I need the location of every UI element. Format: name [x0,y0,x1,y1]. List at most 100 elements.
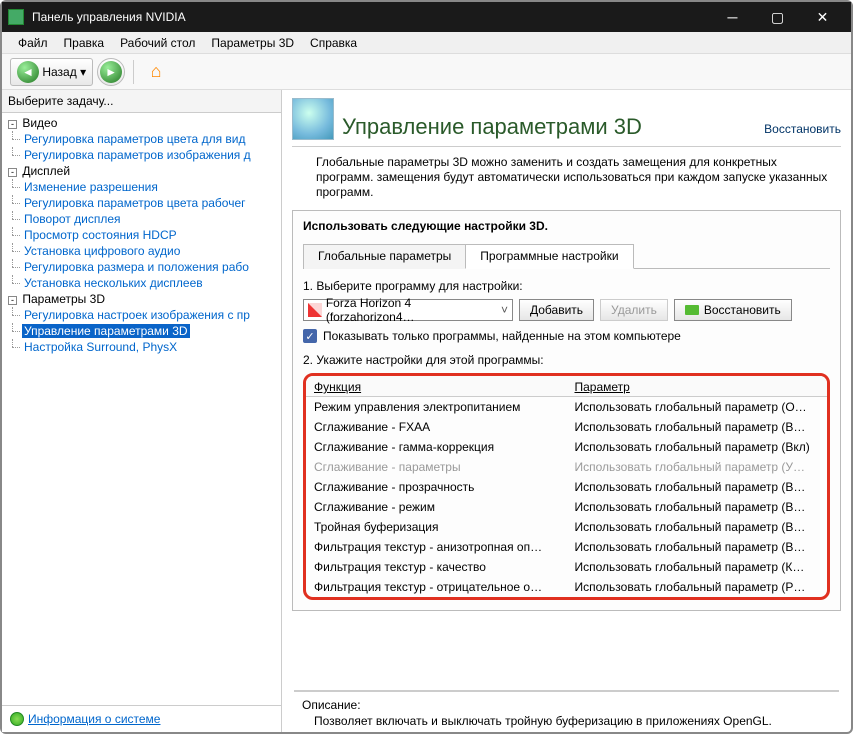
close-button[interactable]: ✕ [800,2,845,32]
cell-param: Использовать глобальный параметр (У… [567,457,828,477]
home-icon: ⌂ [145,61,167,83]
content-header: Управление параметрами 3D Восстановить [292,98,841,147]
add-button[interactable]: Добавить [519,299,594,321]
tree-item[interactable]: Управление параметрами 3D [22,324,190,338]
back-button[interactable]: ◄ Назад ▾ [10,58,93,86]
table-row[interactable]: Сглаживание - гамма-коррекцияИспользоват… [306,437,827,457]
settings-panel: Использовать следующие настройки 3D. Гло… [292,210,841,611]
tree-item[interactable]: Регулировка размера и положения рабо [22,260,251,274]
cell-function: Сглаживание - FXAA [306,417,567,437]
tree-item[interactable]: Поворот дисплея [22,212,123,226]
menu-params3d[interactable]: Параметры 3D [203,36,302,50]
tree-expander-video[interactable]: - [8,120,17,129]
footer: Описание: Позволяет включать и выключать… [294,690,839,728]
tree-item[interactable]: Установка цифрового аудио [22,244,182,258]
window-title: Панель управления NVIDIA [32,10,710,24]
table-row[interactable]: Сглаживание - параметрыИспользовать глоб… [306,457,827,477]
show-only-row: ✓ Показывать только программы, найденные… [303,329,830,343]
cell-function: Сглаживание - режим [306,497,567,517]
tree-item[interactable]: Регулировка параметров изображения д [22,148,253,162]
content-pane: Управление параметрами 3D Восстановить Г… [282,90,851,732]
tab-row: Глобальные параметры Программные настрой… [303,243,830,269]
minimize-button[interactable]: ─ [710,2,755,32]
remove-button[interactable]: Удалить [600,299,668,321]
cell-function: Фильтрация текстур - отрицательное о… [306,577,567,597]
back-label: Назад [42,65,76,79]
table-row[interactable]: Фильтрация текстур - анизотропная оп…Исп… [306,537,827,557]
menubar: Файл Правка Рабочий стол Параметры 3D Сп… [2,32,851,54]
tab-global[interactable]: Глобальные параметры [303,244,466,269]
menu-file[interactable]: Файл [10,36,56,50]
home-button[interactable]: ⌂ [142,58,170,86]
tree-item[interactable]: Установка нескольких дисплеев [22,276,205,290]
tab-program[interactable]: Программные настройки [465,244,633,269]
tree-item[interactable]: Просмотр состояния HDCP [22,228,179,242]
table-row[interactable]: Фильтрация текстур - качествоИспользоват… [306,557,827,577]
table-row[interactable]: Режим управления электропитаниемИспользо… [306,397,827,418]
chevron-down-icon: ˅ [501,303,508,317]
back-arrow-icon: ◄ [17,61,39,83]
program-selected-text: Forza Horizon 4 (forzahorizon4… [326,296,501,324]
tree-cat-3d[interactable]: Параметры 3D [22,292,105,306]
main-split: Выберите задачу... - Видео Регулировка п… [2,90,851,732]
cell-param: Использовать глобальный параметр (В… [567,537,828,557]
table-row[interactable]: Сглаживание - режимИспользовать глобальн… [306,497,827,517]
forward-button[interactable]: ► [97,58,125,86]
system-info-row: Информация о системе [2,705,281,732]
tree-expander-3d[interactable]: - [8,296,17,305]
cell-function: Сглаживание - гамма-коррекция [306,437,567,457]
table-row[interactable]: Сглаживание - FXAAИспользовать глобальны… [306,417,827,437]
restore-program-button[interactable]: Восстановить [674,299,792,321]
menu-help[interactable]: Справка [302,36,365,50]
cell-param: Использовать глобальный параметр (В… [567,417,828,437]
col-param[interactable]: Параметр [567,376,828,397]
tree-item[interactable]: Изменение разрешения [22,180,160,194]
task-tree: - Видео Регулировка параметров цвета для… [2,113,281,705]
menu-desktop[interactable]: Рабочий стол [112,36,203,50]
table-row[interactable]: Тройная буферизацияИспользовать глобальн… [306,517,827,537]
maximize-button[interactable]: ▢ [755,2,800,32]
restore-link[interactable]: Восстановить [764,122,841,136]
program-icon [308,303,322,317]
settings-table-wrap: Функция Параметр Режим управления электр… [303,373,830,600]
program-select[interactable]: Forza Horizon 4 (forzahorizon4… ˅ [303,299,513,321]
panel-title: Использовать следующие настройки 3D. [303,219,830,233]
table-row[interactable]: Фильтрация текстур - отрицательное о…Исп… [306,577,827,597]
system-info-link[interactable]: Информация о системе [28,712,160,726]
show-only-label: Показывать только программы, найденные н… [323,329,681,343]
program-row: Forza Horizon 4 (forzahorizon4… ˅ Добави… [303,299,830,321]
tree-item[interactable]: Регулировка настроек изображения с пр [22,308,252,322]
cell-param: Использовать глобальный параметр (О… [567,397,828,418]
tree-cat-display[interactable]: Дисплей [22,164,70,178]
footer-text: Позволяет включать и выключать тройную б… [314,714,839,728]
show-only-checkbox[interactable]: ✓ [303,329,317,343]
col-function[interactable]: Функция [306,376,567,397]
cell-function: Сглаживание - параметры [306,457,567,477]
step2-label: 2. Укажите настройки для этой программы: [303,353,830,367]
tree-item[interactable]: Настройка Surround, PhysX [22,340,179,354]
tree-cat-video[interactable]: Видео [22,116,57,130]
forward-arrow-icon: ► [100,61,122,83]
footer-title: Описание: [302,698,839,712]
app-icon [8,9,24,25]
table-row[interactable]: Сглаживание - прозрачностьИспользовать г… [306,477,827,497]
cell-param: Использовать глобальный параметр (В… [567,497,828,517]
cell-param: Использовать глобальный параметр (К… [567,557,828,577]
cell-function: Фильтрация текстур - анизотропная оп… [306,537,567,557]
sidebar: Выберите задачу... - Видео Регулировка п… [2,90,282,732]
cell-function: Фильтрация текстур - качество [306,557,567,577]
cell-param: Использовать глобальный параметр (В… [567,517,828,537]
tree-expander-display[interactable]: - [8,168,17,177]
cell-param: Использовать глобальный параметр (В… [567,477,828,497]
tree-item[interactable]: Регулировка параметров цвета рабочег [22,196,248,210]
nvidia-logo-icon [685,305,699,315]
step1-label: 1. Выберите программу для настройки: [303,279,830,293]
menu-edit[interactable]: Правка [56,36,113,50]
titlebar: Панель управления NVIDIA ─ ▢ ✕ [2,2,851,32]
header-icon [292,98,334,140]
cell-param: Использовать глобальный параметр (Вкл) [567,437,828,457]
cell-function: Тройная буферизация [306,517,567,537]
cell-function: Режим управления электропитанием [306,397,567,418]
tree-item[interactable]: Регулировка параметров цвета для вид [22,132,247,146]
select-task-label: Выберите задачу... [2,90,281,113]
